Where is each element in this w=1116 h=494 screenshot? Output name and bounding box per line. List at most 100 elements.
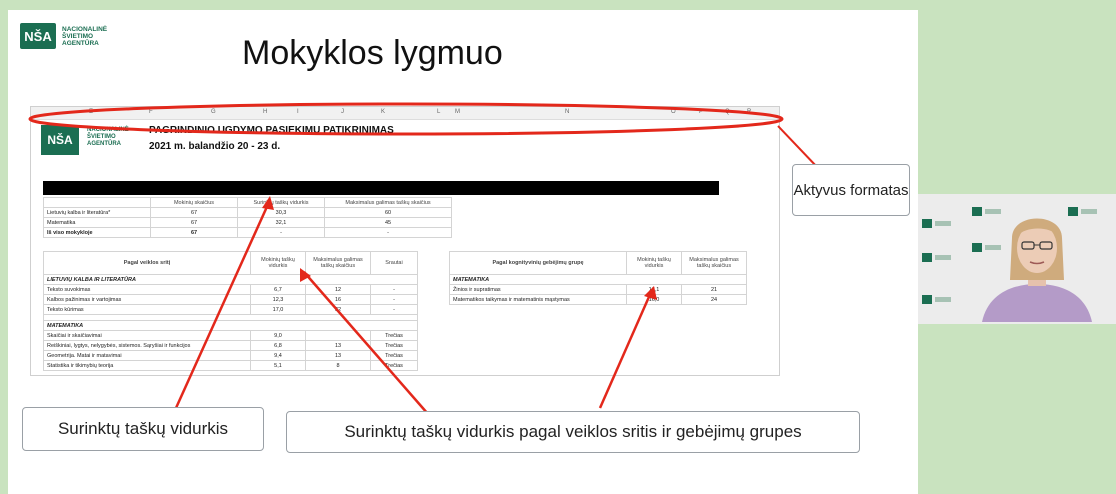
- table-row: Geometrija. Matai ir matavimai 9,4 13 Tr…: [43, 350, 418, 361]
- table-cell: 67: [150, 217, 238, 228]
- column-header: Pagal kognityvinių gebėjimų grupę: [449, 251, 627, 275]
- table-cell: -: [370, 294, 418, 305]
- table-cell: Kalbos pažinimas ir vartojimas: [43, 294, 251, 305]
- table-cell: 24: [681, 294, 747, 305]
- nsa-logo-icon: [922, 294, 952, 304]
- table-cell: Teksto kūrimas: [43, 304, 251, 315]
- table-row: Teksto kūrimas 17,0 32 -: [43, 304, 418, 315]
- table-cell: Teksto suvokimas: [43, 284, 251, 295]
- presentation-slide: NŠA NACIONALINĖ ŠVIETIMO AGENTŪRA Mokykl…: [8, 10, 918, 494]
- table-row: Matematikos taikymas ir matematinis mąst…: [449, 294, 747, 305]
- column-letter: H: [263, 109, 268, 115]
- table-cell: 16,1: [626, 284, 682, 295]
- section-row: LIETUVIŲ KALBA IR LITERATŪRA: [43, 274, 418, 285]
- column-header-row: E F G H I J K L M N O P Q R: [31, 107, 779, 120]
- section-row: MATEMATIKA: [43, 320, 418, 331]
- table-row: Reiškiniai, lygtys, nelygybės, sistemos.…: [43, 340, 418, 351]
- table-cell: Trečias: [370, 340, 418, 351]
- section-label: LIETUVIŲ KALBA IR LITERATŪRA: [43, 274, 418, 285]
- table-cell: 17,0: [250, 304, 306, 315]
- table-cell: -: [237, 227, 325, 238]
- table-row: Skaičiai ir skaičiavimai 9,0 Trečias: [43, 330, 418, 341]
- column-header: Pagal veiklos sritį: [43, 251, 251, 275]
- table-row: Statistika ir tikimybių teorija 5,1 8 Tr…: [43, 360, 418, 371]
- slide-title: Mokyklos lygmuo: [242, 34, 503, 72]
- presenter-avatar: [982, 218, 1092, 322]
- table-cell: 12: [305, 284, 371, 295]
- table-row: Lietuvių kalba ir literatūra* 67 30,3 60: [43, 207, 452, 218]
- table-cell: [305, 330, 371, 341]
- column-header: Surinktų taškų vidurkis: [237, 197, 325, 208]
- table-cell: 32,1: [237, 217, 325, 228]
- table-cell: 16,0: [626, 294, 682, 305]
- column-letter: L: [437, 109, 441, 115]
- column-header: Maksimalus galimas taškų skaičius: [324, 197, 452, 208]
- presenter-video-tile[interactable]: [918, 194, 1116, 324]
- table-cell: 32: [305, 304, 371, 315]
- table-cell: Trečias: [370, 350, 418, 361]
- column-header: Srautai: [370, 251, 418, 275]
- table-header-row: Pagal kognityvinių gebėjimų grupę Mokini…: [449, 251, 747, 275]
- column-header: Maksimalus galimas taškų skaičius: [681, 251, 747, 275]
- column-letter: E: [89, 109, 94, 115]
- logo-text: NACIONALINĖ ŠVIETIMO AGENTŪRA: [62, 25, 108, 47]
- column-letter: M: [455, 109, 460, 115]
- table-cell: Lietuvių kalba ir literatūra*: [43, 207, 151, 218]
- callout-surinktu-pagal-sritis: Surinktų taškų vidurkis pagal veiklos sr…: [286, 411, 860, 453]
- table-cell: Matematika: [43, 217, 151, 228]
- column-letter: P: [699, 109, 704, 115]
- table-header-row: Mokinių skaičius Surinktų taškų vidurkis…: [43, 197, 452, 208]
- column-letter: O: [671, 109, 676, 115]
- sheet-title: PAGRINDINIO UGDYMO PASIEKIMŲ PATIKRINIMA…: [149, 125, 394, 136]
- table-cell: Statistika ir tikimybių teorija: [43, 360, 251, 371]
- table-cell: 13: [305, 340, 371, 351]
- column-letter: Q: [725, 109, 730, 115]
- table-cell: Iš viso mokykloje: [43, 227, 151, 238]
- table-cell: 21: [681, 284, 747, 295]
- table-cell: 45: [324, 217, 452, 228]
- spreadsheet-screenshot: E F G H I J K L M N O P Q R NŠA NACIONAL…: [30, 106, 780, 376]
- column-letter: J: [341, 109, 344, 115]
- table-cell: -: [370, 304, 418, 315]
- section-label: MATEMATIKA: [43, 320, 418, 331]
- column-letter: I: [297, 109, 299, 115]
- table-cell: Trečias: [370, 360, 418, 371]
- table-cell: Geometrija. Matai ir matavimai: [43, 350, 251, 361]
- table-cell: 67: [150, 227, 238, 238]
- table-cell: Matematikos taikymas ir matematinis mąst…: [449, 294, 627, 305]
- table-cell: 13: [305, 350, 371, 361]
- column-letter: K: [381, 109, 386, 115]
- column-header: [43, 197, 151, 208]
- table-cell: 6,7: [250, 284, 306, 295]
- sheet-logo-mark: NŠA: [41, 125, 79, 155]
- logo-mark: NŠA: [20, 23, 56, 49]
- table-cell: 5,1: [250, 360, 306, 371]
- table-cell: Žinios ir supratimas: [449, 284, 627, 295]
- redacted-bar: [43, 181, 719, 195]
- nsa-logo-icon: [922, 218, 952, 228]
- sheet-date: 2021 m. balandžio 20 - 23 d.: [149, 141, 281, 152]
- table-row: Matematika 67 32,1 45: [43, 217, 452, 228]
- column-header: Mokinių taškų vidurkis: [626, 251, 682, 275]
- table-header-row: Pagal veiklos sritį Mokinių taškų vidurk…: [43, 251, 418, 275]
- table-cell: Trečias: [370, 330, 418, 341]
- column-letter: R: [747, 109, 752, 115]
- column-letter: N: [565, 109, 570, 115]
- table-row: Teksto suvokimas 6,7 12 -: [43, 284, 418, 295]
- callout-surinktu-vidurkis: Surinktų taškų vidurkis: [22, 407, 264, 451]
- section-row: MATEMATIKA: [449, 274, 747, 285]
- sheet-logo-text: NACIONALINĖ ŠVIETIMO AGENTŪRA: [87, 127, 129, 147]
- column-header: Maksimalus galimas taškų skaičius: [305, 251, 371, 275]
- table-cell: 30,3: [237, 207, 325, 218]
- areas-table: Pagal veiklos sritį Mokinių taškų vidurk…: [43, 251, 418, 371]
- table-cell: Reiškiniai, lygtys, nelygybės, sistemos.…: [43, 340, 251, 351]
- table-cell: Skaičiai ir skaičiavimai: [43, 330, 251, 341]
- table-cell: 9,4: [250, 350, 306, 361]
- section-label: MATEMATIKA: [449, 274, 747, 285]
- table-cell: -: [370, 284, 418, 295]
- table-cell: -: [324, 227, 452, 238]
- table-cell: 67: [150, 207, 238, 218]
- column-letter: G: [211, 109, 216, 115]
- nsa-logo: NŠA NACIONALINĖ ŠVIETIMO AGENTŪRA: [20, 23, 122, 49]
- table-cell: 12,3: [250, 294, 306, 305]
